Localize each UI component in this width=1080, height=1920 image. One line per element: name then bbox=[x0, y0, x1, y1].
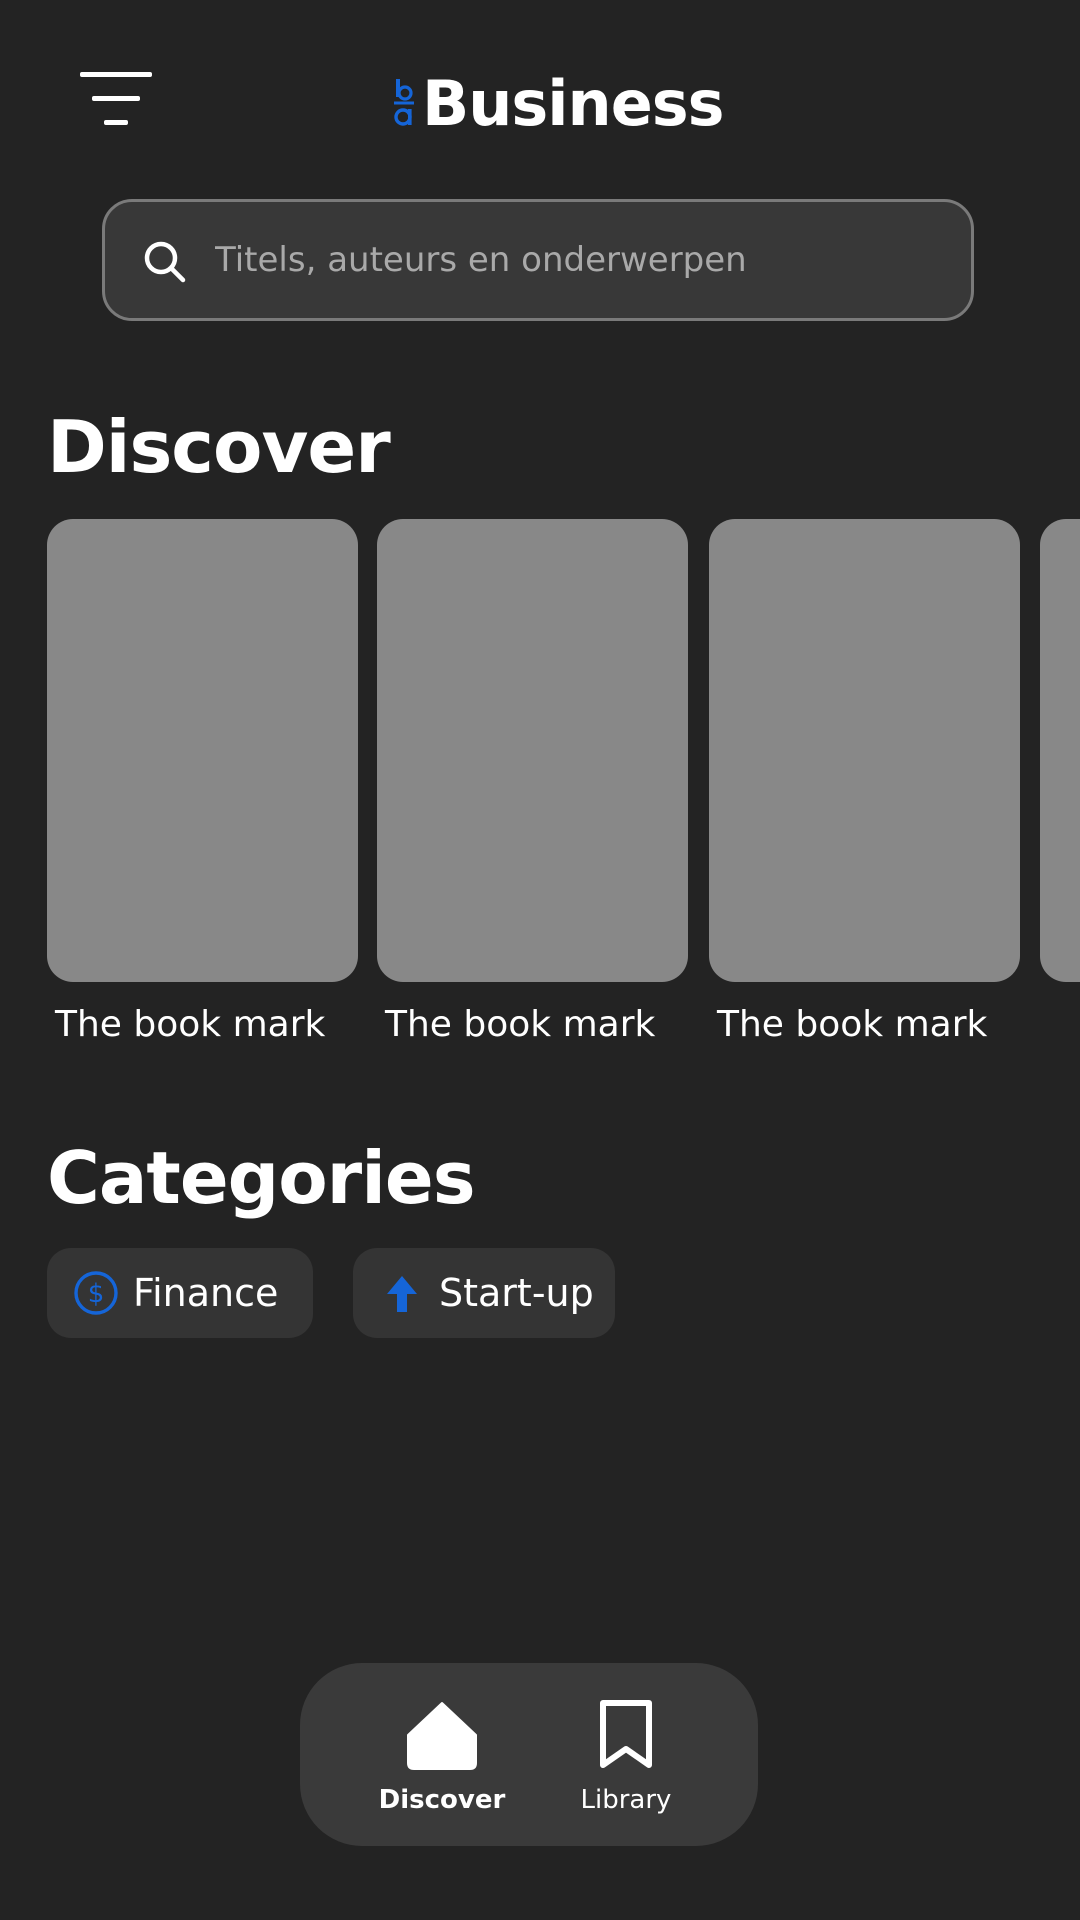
category-chip-startup[interactable]: Start-up bbox=[353, 1248, 615, 1338]
book-title: The book mark bbox=[55, 1004, 326, 1045]
brand-logo-icon bbox=[394, 79, 414, 126]
search-bar[interactable] bbox=[102, 199, 974, 321]
category-label: Start-up bbox=[439, 1271, 594, 1315]
categories-heading: Categories bbox=[47, 1136, 476, 1220]
book-cover[interactable] bbox=[47, 519, 358, 982]
svg-text:$: $ bbox=[88, 1279, 105, 1309]
search-icon bbox=[144, 241, 186, 283]
discover-heading: Discover bbox=[47, 405, 391, 489]
nav-item-discover[interactable]: Discover bbox=[367, 1699, 517, 1815]
app-title: Business bbox=[422, 66, 725, 140]
bottom-nav: Discover Library bbox=[300, 1663, 758, 1846]
nav-item-library[interactable]: Library bbox=[551, 1699, 701, 1815]
book-carousel[interactable]: The book mark The book mark The book mar… bbox=[0, 519, 1080, 1059]
book-card[interactable]: The book mark bbox=[709, 519, 1020, 1045]
nav-label: Discover bbox=[378, 1785, 506, 1815]
book-card[interactable]: The book mark bbox=[377, 519, 688, 1045]
book-cover[interactable] bbox=[709, 519, 1020, 982]
category-chip-finance[interactable]: $ Finance bbox=[47, 1248, 313, 1338]
home-icon bbox=[407, 1702, 477, 1770]
menu-button[interactable] bbox=[80, 72, 152, 128]
dollar-circle-icon: $ bbox=[74, 1271, 118, 1315]
bookmark-icon bbox=[600, 1700, 652, 1768]
menu-icon-line bbox=[80, 72, 152, 77]
arrow-up-icon bbox=[387, 1276, 417, 1312]
book-cover[interactable] bbox=[377, 519, 688, 982]
nav-label: Library bbox=[580, 1785, 672, 1815]
search-input[interactable] bbox=[215, 202, 945, 318]
brand: Business bbox=[390, 64, 725, 142]
category-label: Finance bbox=[133, 1271, 279, 1315]
book-cover[interactable] bbox=[1040, 519, 1080, 982]
book-title: The book mark bbox=[385, 1004, 656, 1045]
book-card[interactable]: The book mark bbox=[47, 519, 358, 1045]
book-title: The book mark bbox=[717, 1004, 988, 1045]
menu-icon-line bbox=[104, 120, 128, 125]
book-card[interactable] bbox=[1040, 519, 1080, 1004]
menu-icon-line bbox=[92, 96, 140, 101]
